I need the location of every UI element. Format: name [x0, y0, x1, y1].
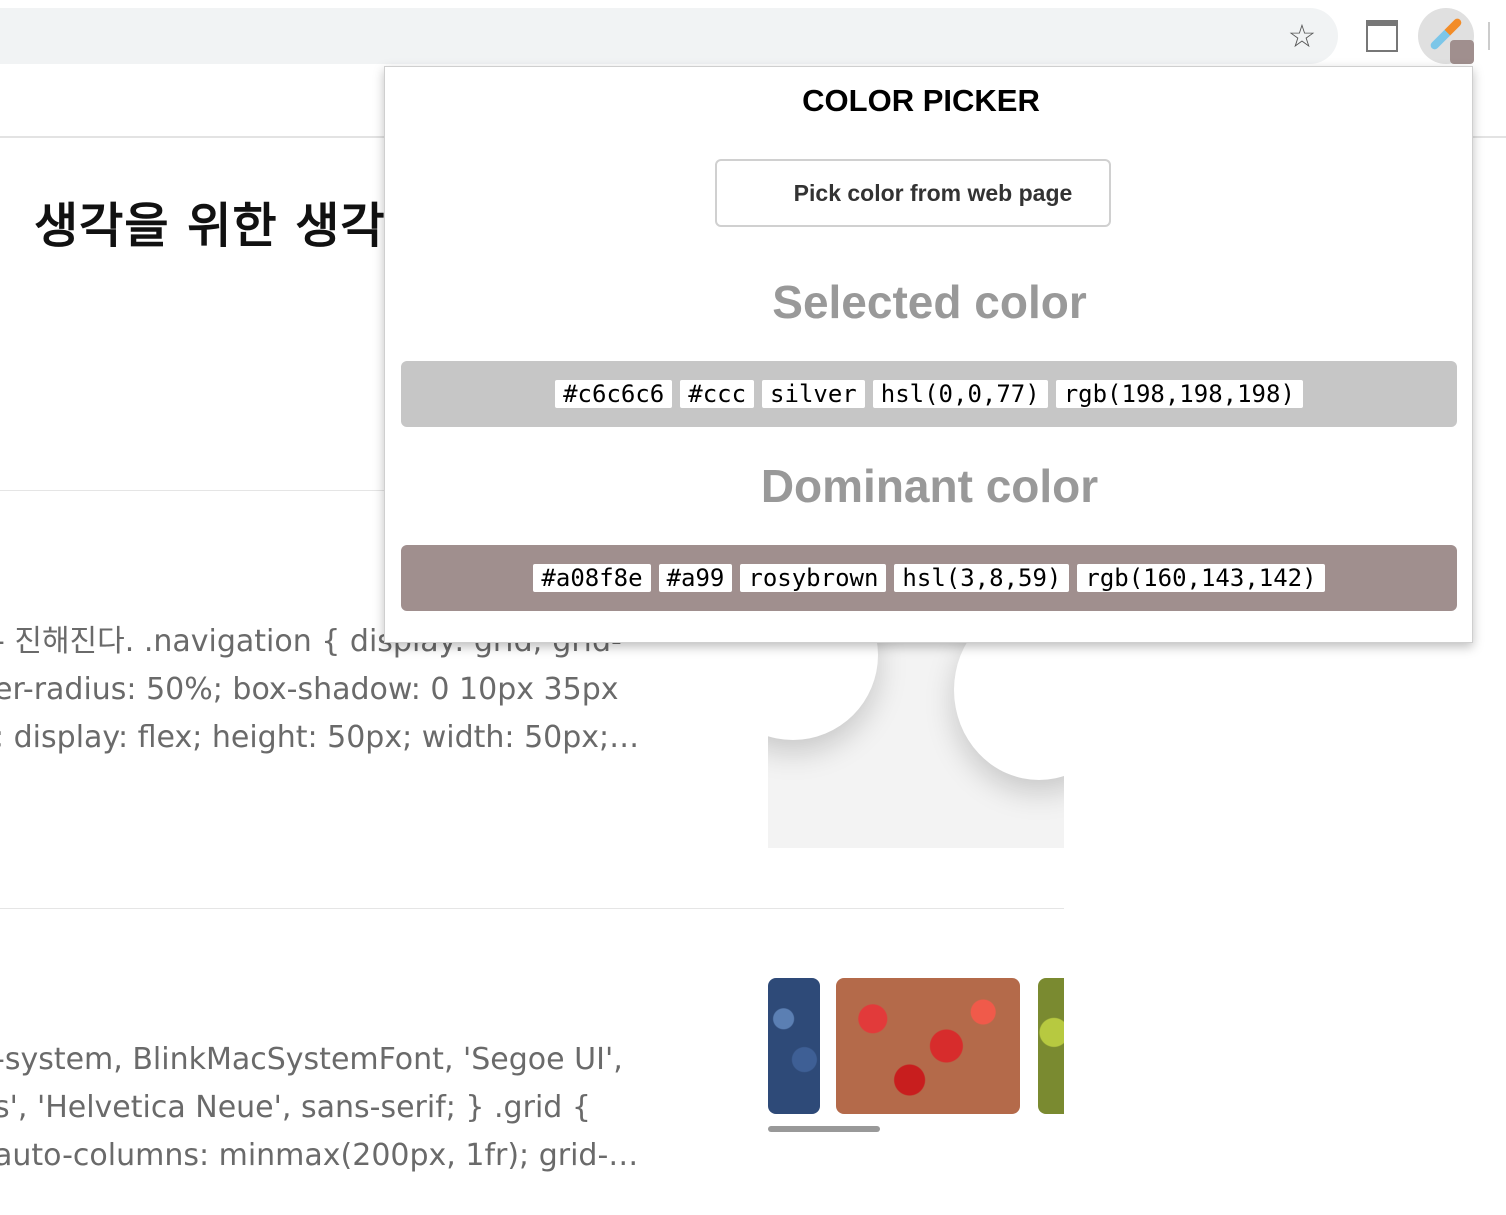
selected-hex-chip[interactable]: #c6c6c6	[555, 380, 673, 408]
selected-color-band: #c6c6c6 #ccc silver hsl(0,0,77) rgb(198,…	[401, 361, 1457, 427]
dominant-short-hex-chip[interactable]: #a99	[658, 564, 733, 592]
pears-image	[1038, 978, 1064, 1114]
excerpt-line: -system, BlinkMacSystemFont, 'Segoe UI',	[0, 1042, 623, 1077]
dominant-hex-chip[interactable]: #a08f8e	[533, 564, 651, 592]
color-picker-popup: COLOR PICKER Pick color from web page Se…	[384, 66, 1473, 643]
excerpt-line: s', 'Helvetica Neue', sans-serif; } .gri…	[0, 1090, 591, 1125]
selected-name-chip[interactable]: silver	[762, 380, 865, 408]
dominant-hsl-chip[interactable]: hsl(3,8,59)	[894, 564, 1070, 592]
star-icon[interactable]: ☆	[1284, 18, 1320, 54]
selected-rgb-chip[interactable]: rgb(198,198,198)	[1055, 380, 1303, 408]
selected-short-hex-chip[interactable]: #ccc	[680, 380, 755, 408]
post-divider	[0, 908, 1064, 909]
popup-title: COLOR PICKER	[802, 83, 1040, 118]
color-picker-extension-button[interactable]	[1418, 8, 1474, 64]
strawberries-image	[836, 978, 1020, 1114]
selected-hsl-chip[interactable]: hsl(0,0,77)	[872, 380, 1048, 408]
gallery-scrollbar[interactable]	[768, 1126, 880, 1132]
toolbar-separator	[1488, 22, 1490, 50]
browser-toolbar: ☆	[0, 0, 1506, 72]
pick-color-button[interactable]: Pick color from web page	[715, 159, 1111, 227]
tab-window-icon[interactable]	[1366, 20, 1398, 52]
page-title: 생각을 위한 생각	[34, 198, 386, 254]
current-color-swatch	[1450, 40, 1474, 64]
address-bar[interactable]	[0, 8, 1338, 64]
dominant-name-chip[interactable]: rosybrown	[740, 564, 887, 592]
excerpt-line: auto-columns: minmax(200px, 1fr); grid-…	[0, 1138, 639, 1173]
post-excerpt[interactable]: -system, BlinkMacSystemFont, 'Segoe UI',…	[0, 1036, 638, 1180]
blueberries-image	[768, 978, 820, 1114]
post-thumbnail-gallery[interactable]	[768, 976, 1064, 1116]
dominant-rgb-chip[interactable]: rgb(160,143,142)	[1077, 564, 1325, 592]
excerpt-line: ; display: flex; height: 50px; width: 50…	[0, 720, 640, 755]
dominant-color-band: #a08f8e #a99 rosybrown hsl(3,8,59) rgb(1…	[401, 545, 1457, 611]
excerpt-line: er-radius: 50%; box-shadow: 0 10px 35px	[0, 672, 619, 707]
selected-color-heading: Selected color	[772, 276, 1087, 328]
dominant-color-heading: Dominant color	[760, 460, 1099, 512]
